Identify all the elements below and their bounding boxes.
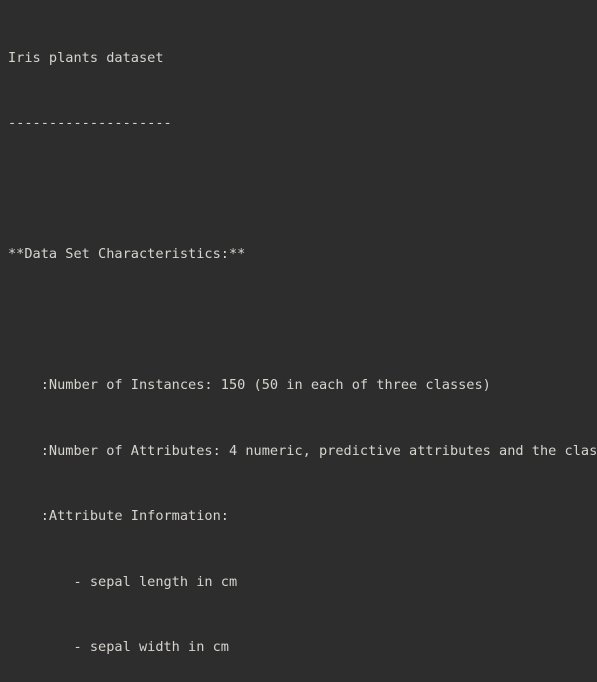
data-set-characteristics-heading: **Data Set Characteristics:** [8, 246, 246, 263]
attribute-list-item: - sepal length in cm [8, 573, 238, 590]
title-underline-rule: -------------------- [8, 115, 172, 132]
number-of-instances-field: :Number of Instances: 150 (50 in each of… [8, 377, 491, 394]
dataset-description-document: Iris plants dataset --------------------… [0, 0, 597, 682]
number-of-attributes-field: :Number of Attributes: 4 numeric, predic… [8, 442, 597, 459]
attribute-information-field: :Attribute Information: [8, 508, 229, 525]
document-title: Iris plants dataset [8, 49, 164, 66]
attribute-list-item: - sepal width in cm [8, 639, 229, 656]
